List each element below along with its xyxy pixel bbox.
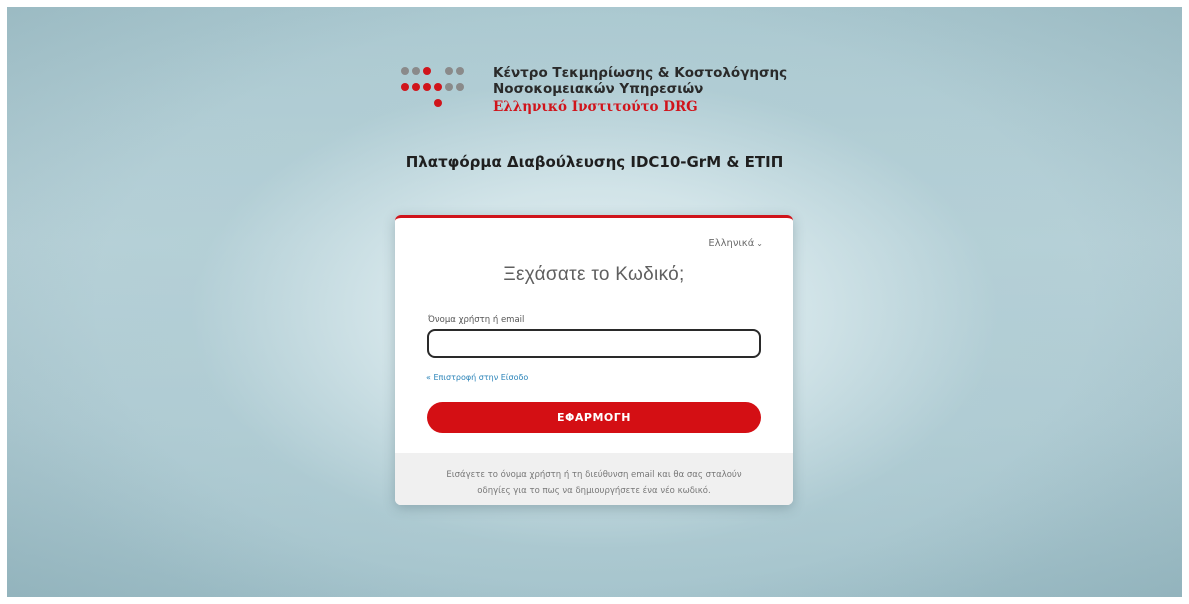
organization-logo: Κέντρο Τεκμηρίωσης & Κοστολόγησης Νοσοκο… [397,63,807,119]
apply-button[interactable]: ΕΦΑΡΜΟΓΗ [427,402,761,433]
help-text-line-1: Εισάγετε το όνομα χρήστη ή τη διεύθυνση … [446,470,742,480]
username-email-input[interactable] [427,329,761,358]
platform-title: Πλατφόρμα Διαβούλευσης IDC10-GrM & ΕΤΙΠ [405,153,784,171]
username-email-label: Όνομα χρήστη ή email [428,315,525,325]
language-label: Ελληνικά [708,238,755,249]
help-box: Εισάγετε το όνομα χρήστη ή τη διεύθυνση … [395,453,793,505]
card-title: Ξεχάσατε το Κωδικό; [503,264,685,285]
help-text-line-2: οδηγίες για το πως να δημιουργήσετε ένα … [477,486,711,496]
chevron-down-icon: ⌄ [756,239,763,248]
logo-dots-mark [397,63,487,119]
forgot-password-card: Ελληνικά ⌄ Ξεχάσατε το Κωδικό; Όνομα χρήσ… [395,215,793,505]
page-background: Κέντρο Τεκμηρίωσης & Κοστολόγησης Νοσοκο… [7,7,1182,597]
back-to-login-link[interactable]: « Επιστροφή στην Είσοδο [426,373,528,382]
logo-line-center-name: Κέντρο Τεκμηρίωσης & Κοστολόγησης [493,65,788,81]
language-selector[interactable]: Ελληνικά ⌄ [708,238,763,249]
logo-line-drg-institute: Ελληνικό Ινστιτούτο DRG [493,99,698,115]
help-text: Εισάγετε το όνομα χρήστη ή τη διεύθυνση … [425,467,763,499]
logo-line-hospital-services: Νοσοκομειακών Υπηρεσιών [493,81,704,97]
